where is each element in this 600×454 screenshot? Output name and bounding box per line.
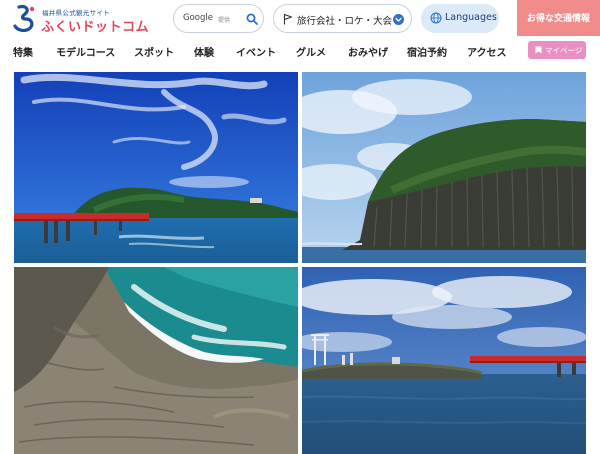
nav-item-lodging[interactable]: 宿泊予約 [407,44,447,59]
languages-button[interactable]: Languages [421,4,499,33]
chevron-down-icon [393,14,404,25]
photo-columnar-cliff-image [302,72,586,263]
globe-icon [430,12,442,24]
search-input[interactable]: 提供 [218,15,230,24]
main-nav: 特集 モデルコース スポット 体験 イベント グルメ おみやげ 宿泊予約 アクセ… [0,38,600,64]
photo-rocky-coast-image [14,267,298,454]
transport-deals-label: お得な交通情報 [526,14,590,24]
languages-label: Languages [445,12,497,23]
photo-torii-island[interactable] [302,267,586,454]
search-brand-label: Google [183,13,213,23]
business-menu-label: 旅行会社・ロケ・大会 [297,16,393,27]
photo-red-bridge-island[interactable] [14,72,298,263]
photo-rocky-coast[interactable] [14,267,298,454]
nav-item-access[interactable]: アクセス [467,44,507,59]
flag-icon [283,13,293,25]
site-logo[interactable]: 福井県公式観光サイト ふくいドットコム [12,4,162,35]
photo-red-bridge-island-image [14,72,298,263]
bookmark-icon [535,46,542,54]
logo-title: ふくいドットコム [41,20,150,35]
nav-item-model-course[interactable]: モデルコース [56,44,115,59]
nav-item-souvenirs[interactable]: おみやげ [348,44,388,59]
business-menu-button[interactable]: 旅行会社・ロケ・大会 [273,4,412,33]
search-icon[interactable] [246,13,258,25]
photo-torii-island-image [302,267,586,454]
logo-mark-icon [13,4,35,32]
nav-item-events[interactable]: イベント [236,44,276,59]
nav-item-experience[interactable]: 体験 [194,44,214,59]
mypage-label: マイページ [545,46,583,55]
nav-item-gourmet[interactable]: グルメ [296,44,326,59]
nav-item-features[interactable]: 特集 [13,44,33,59]
mypage-button[interactable]: マイページ [528,41,586,59]
photo-columnar-cliff[interactable] [302,72,586,263]
search-box[interactable]: Google 提供 [173,4,264,33]
site-header: 福井県公式観光サイト ふくいドットコム Google 提供 旅行会社・ロケ・大会… [0,0,600,36]
nav-item-spots[interactable]: スポット [134,44,174,59]
transport-deals-button[interactable]: お得な交通情報 [517,0,600,36]
